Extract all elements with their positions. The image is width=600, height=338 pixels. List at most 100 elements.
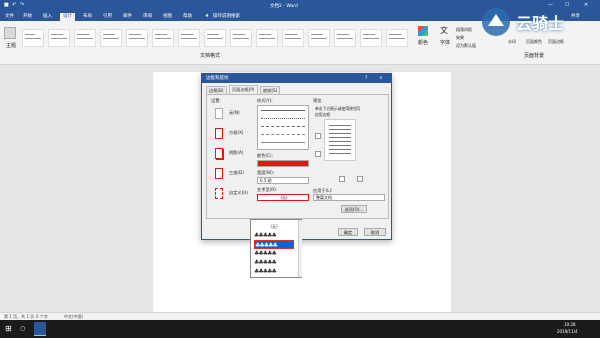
preview-page bbox=[324, 119, 356, 161]
tab-references[interactable]: 引用 bbox=[100, 13, 115, 21]
tab-layout[interactable]: 布局 bbox=[80, 13, 95, 21]
group-page-background: 页面背景 bbox=[524, 53, 545, 59]
style-thumb-9[interactable] bbox=[230, 29, 252, 47]
search-icon[interactable]: ○ bbox=[20, 325, 25, 332]
setting-none[interactable] bbox=[215, 108, 223, 119]
options-button[interactable]: 选项(O)... bbox=[341, 205, 367, 213]
effects-button[interactable]: 效果 bbox=[456, 35, 464, 41]
style-thumb-4[interactable] bbox=[100, 29, 122, 47]
colors-icon[interactable] bbox=[418, 26, 428, 36]
art-label: 艺术型(R): bbox=[257, 187, 278, 192]
tab-borders[interactable]: 边框(B) bbox=[206, 86, 227, 94]
width-dropdown[interactable]: 0.5 磅 bbox=[257, 177, 309, 184]
borders-shading-dialog: 边框和底纹 ? × 边框(B) 页面边框(P) 底纹(S) 设置: 无(N) 方… bbox=[201, 73, 392, 240]
colors-label: 颜色 bbox=[418, 40, 429, 46]
tab-insert[interactable]: 插入 bbox=[40, 13, 55, 21]
logo-text: 云骑士 bbox=[516, 14, 565, 33]
preview-label: 预览 bbox=[313, 98, 322, 103]
color-dropdown[interactable] bbox=[257, 160, 309, 167]
theme-icon[interactable] bbox=[4, 27, 16, 39]
page-border-panel: 设置: 无(N) 方框(X) 阴影(A) 三维(D) 自定义(U) 样式(Y):… bbox=[206, 94, 389, 219]
style-thumb-3[interactable] bbox=[74, 29, 96, 47]
setting-3d-label: 三维(D) bbox=[229, 170, 244, 175]
cancel-button[interactable]: 取消 bbox=[364, 228, 386, 236]
preview-right-border-button[interactable] bbox=[315, 151, 321, 157]
windows-start-icon[interactable]: ⊞ bbox=[5, 324, 12, 333]
art-option-none[interactable]: (无) bbox=[254, 222, 294, 231]
art-option-4[interactable]: ♣♣♣♣♣ bbox=[254, 258, 294, 267]
width-label: 宽度(W): bbox=[257, 170, 275, 175]
tab-page-border[interactable]: 页面边框(P) bbox=[229, 85, 258, 94]
art-option-2[interactable]: ♣♣♣♣♣ bbox=[254, 240, 294, 249]
art-option-1[interactable]: ♣♣♣♣♣ bbox=[254, 231, 294, 240]
tab-design[interactable]: 设计 bbox=[60, 13, 75, 21]
word-app-icon[interactable] bbox=[34, 322, 46, 336]
fonts-label: 字体 bbox=[440, 40, 451, 46]
setting-box[interactable] bbox=[215, 128, 223, 139]
style-thumb-12[interactable] bbox=[308, 29, 330, 47]
style-thumb-8[interactable] bbox=[204, 29, 226, 47]
status-bar: 第 1 页，共 1 页 0 个字 中文(中国) bbox=[0, 312, 600, 320]
preview-hint: 单击下方图示或使用按钮可应用边框 bbox=[315, 106, 361, 117]
style-thumb-15[interactable] bbox=[386, 29, 408, 47]
tab-file[interactable]: 文件 bbox=[2, 13, 17, 21]
art-list-scrollbar[interactable] bbox=[298, 220, 302, 277]
tell-me-search[interactable]: 操作说明搜索 bbox=[210, 13, 243, 21]
watermark-logo: 云骑士 bbox=[478, 4, 598, 42]
setting-none-label: 无(N) bbox=[229, 110, 240, 115]
taskbar: ⊞ ○ 10:28 2019/11/4 bbox=[0, 320, 600, 338]
setting-custom[interactable] bbox=[215, 188, 223, 199]
style-thumb-14[interactable] bbox=[360, 29, 382, 47]
help-icon[interactable]: ? bbox=[365, 74, 367, 83]
ok-button[interactable]: 确定 bbox=[338, 228, 358, 236]
group-document-format: 文档格式 bbox=[200, 53, 221, 59]
setting-shadow-label: 阴影(A) bbox=[229, 150, 244, 155]
status-language[interactable]: 中文(中国) bbox=[64, 313, 83, 320]
style-thumb-2[interactable] bbox=[48, 29, 70, 47]
setting-shadow[interactable] bbox=[215, 148, 223, 159]
tab-view[interactable]: 视图 bbox=[160, 13, 175, 21]
art-option-3[interactable]: ♣♣♣♣♣ bbox=[254, 249, 294, 258]
undo-icon[interactable]: ↶ bbox=[12, 2, 16, 8]
color-label: 颜色(C): bbox=[257, 153, 273, 158]
dialog-title: 边框和底纹 bbox=[206, 76, 229, 81]
save-icon[interactable]: ■ bbox=[4, 2, 9, 8]
dialog-titlebar: 边框和底纹 ? × bbox=[202, 74, 391, 83]
setting-3d[interactable] bbox=[215, 168, 223, 179]
dialog-close-icon[interactable]: × bbox=[379, 74, 383, 83]
style-thumb-5[interactable] bbox=[126, 29, 148, 47]
status-words[interactable]: 0 个字 bbox=[36, 313, 48, 320]
window-title: 文档2 - Word bbox=[270, 4, 298, 9]
art-dropdown-list[interactable]: (无) ♣♣♣♣♣ ♣♣♣♣♣ ♣♣♣♣♣ ♣♣♣♣♣ ♣♣♣♣♣ bbox=[250, 219, 302, 278]
paragraph-spacing-button[interactable]: 段落间距 bbox=[456, 27, 472, 33]
set-default-button[interactable]: 设为默认值 bbox=[456, 43, 476, 49]
style-thumb-11[interactable] bbox=[282, 29, 304, 47]
setting-custom-label: 自定义(U) bbox=[229, 190, 248, 195]
clock-date[interactable]: 2019/11/4 bbox=[557, 329, 578, 334]
art-option-5[interactable]: ♣♣♣♣♣ bbox=[254, 267, 294, 276]
style-thumb-6[interactable] bbox=[152, 29, 174, 47]
preview-top-border-button[interactable] bbox=[339, 176, 345, 182]
style-thumb-10[interactable] bbox=[256, 29, 278, 47]
apply-to-dropdown[interactable]: 整篇文档 bbox=[313, 194, 385, 201]
redo-icon[interactable]: ↷ bbox=[20, 2, 24, 8]
tab-home[interactable]: 开始 bbox=[20, 13, 35, 21]
style-thumb-7[interactable] bbox=[178, 29, 200, 47]
setting-box-label: 方框(X) bbox=[229, 130, 244, 135]
tab-help[interactable]: 帮助 bbox=[180, 13, 195, 21]
theme-label: 主题 bbox=[6, 43, 17, 49]
fonts-icon[interactable]: 文 bbox=[440, 25, 448, 36]
style-thumb-13[interactable] bbox=[334, 29, 356, 47]
preview-left-border-button[interactable] bbox=[315, 133, 321, 139]
tab-mailings[interactable]: 邮件 bbox=[120, 13, 135, 21]
tab-review[interactable]: 审阅 bbox=[140, 13, 155, 21]
style-thumb-1[interactable] bbox=[22, 29, 44, 47]
preview-bottom-border-button[interactable] bbox=[357, 176, 363, 182]
style-list[interactable] bbox=[257, 105, 309, 150]
clock-time[interactable]: 10:28 bbox=[564, 322, 576, 327]
setting-label: 设置: bbox=[211, 98, 221, 103]
tab-shading[interactable]: 底纹(S) bbox=[260, 86, 281, 94]
style-label: 样式(Y): bbox=[257, 98, 273, 103]
art-dropdown[interactable]: (无) bbox=[257, 194, 309, 201]
status-page[interactable]: 第 1 页，共 1 页 bbox=[4, 313, 34, 320]
